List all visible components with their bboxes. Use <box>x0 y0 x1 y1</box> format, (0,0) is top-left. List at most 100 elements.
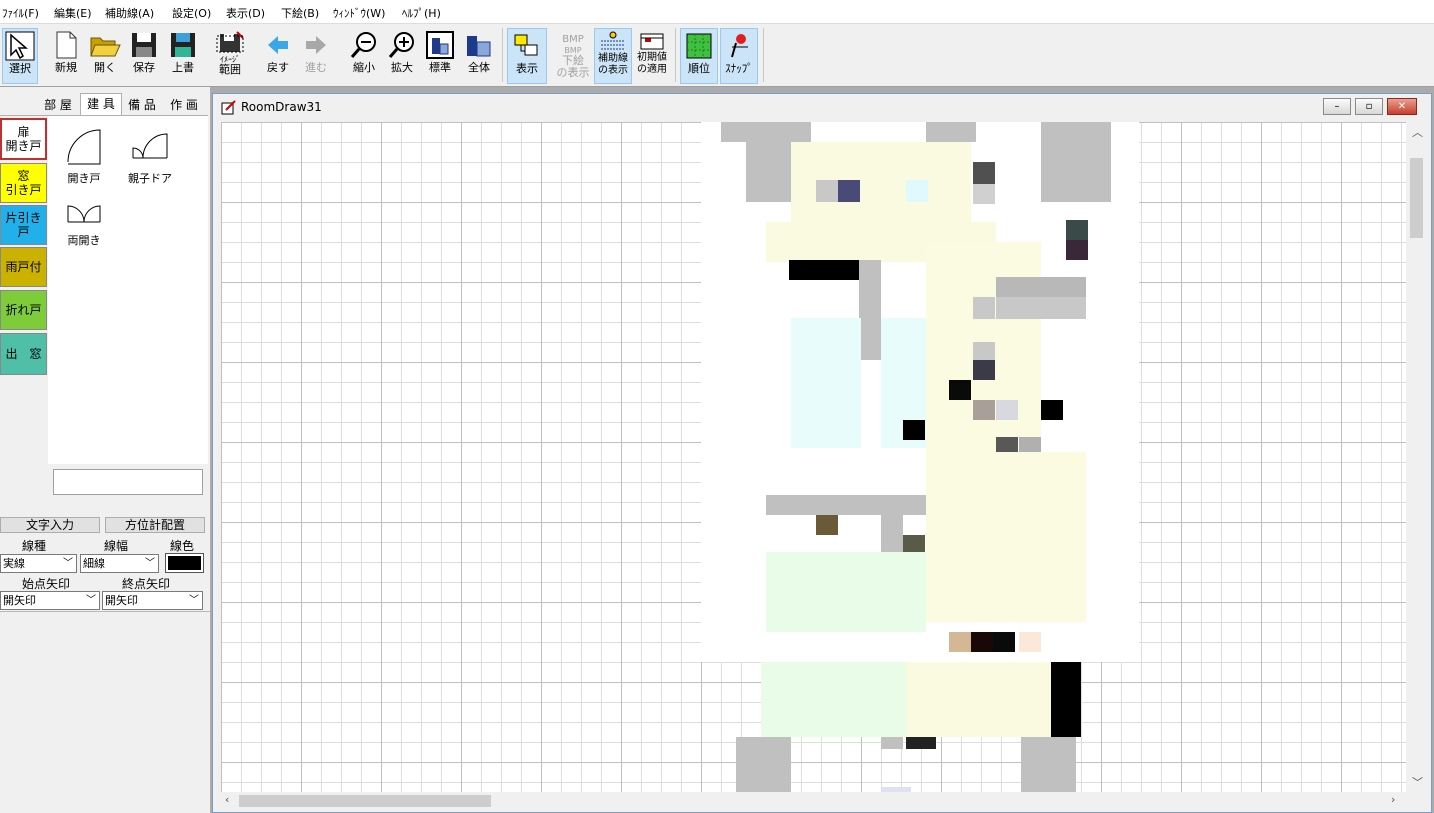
tab-drawing[interactable]: 作 画 <box>164 95 204 115</box>
tab-fittings[interactable]: 建 具 <box>80 93 122 116</box>
chevron-up-icon: ︿ <box>1412 126 1423 139</box>
horizontal-scroll-thumb[interactable] <box>239 795 491 807</box>
toolbar: 選択 新規 開く 保存 上書 ｲﾒｰｼﾞ 範囲 戻す 進む 縮小 拡大 標準 全… <box>0 24 1434 87</box>
line-type-label: 線種 <box>22 539 47 553</box>
plan-block <box>838 180 860 202</box>
plan-block <box>973 297 995 319</box>
window-titlebar[interactable]: RoomDraw31 – ▫ ✕ <box>213 94 1431 120</box>
line-width-label: 線幅 <box>104 539 129 553</box>
image-range-icon <box>216 31 244 53</box>
open-button[interactable]: 開く <box>87 28 123 84</box>
start-arrow-select[interactable]: 開矢印 ﹀ <box>0 591 100 610</box>
whole-view-button[interactable]: 全体 <box>461 28 497 84</box>
item-hinged-door[interactable]: 開き戸 <box>58 128 110 186</box>
minimize-button[interactable]: – <box>1323 98 1351 115</box>
plan-block <box>746 142 791 202</box>
fittings-items-area: 開き戸 親子ドア 両開き <box>48 116 208 464</box>
menu-view[interactable]: 表示(D) <box>226 5 265 21</box>
plan-block <box>859 260 881 360</box>
chevron-down-icon: ﹀ <box>145 558 155 569</box>
category-label: 雨戸付 <box>5 260 42 274</box>
folder-open-icon <box>90 37 121 57</box>
chevron-down-icon: ﹀ <box>63 558 73 569</box>
apply-initial-button[interactable]: 初期値 の適用 <box>633 28 671 84</box>
compass-placement-button[interactable]: 方位計配置 <box>105 517 205 533</box>
underlay-display-button[interactable]: BMP BMP 下絵 の表示 <box>553 28 593 84</box>
plan-block <box>1041 122 1111 202</box>
guide-display-button[interactable]: 補助線 の表示 <box>594 28 632 84</box>
plan-block <box>996 277 1086 299</box>
display-toggle-button[interactable]: 表示 <box>507 28 547 84</box>
menu-underlay[interactable]: 下絵(B) <box>281 5 319 21</box>
category-button-1[interactable]: 窓引き戸 <box>0 163 47 203</box>
category-label: 折れ戸 <box>5 303 42 317</box>
zoom-out-button[interactable]: 縮小 <box>346 28 382 84</box>
redo-button[interactable]: 進む <box>298 28 334 84</box>
menu-help[interactable]: ﾍﾙﾌﾟ(H) <box>402 5 441 21</box>
snap-pin-icon <box>731 34 748 58</box>
chevron-down-icon: ﹀ <box>189 595 199 606</box>
menu-file[interactable]: ﾌｧｲﾙ(F) <box>2 5 39 21</box>
menu-settings[interactable]: 設定(O) <box>172 5 211 21</box>
plan-block <box>971 632 993 652</box>
zoom-in-icon <box>388 32 414 58</box>
window-title: RoomDraw31 <box>241 100 322 114</box>
item-double-door[interactable]: 両開き <box>58 198 110 248</box>
drawing-canvas[interactable] <box>221 122 1406 792</box>
tab-room[interactable]: 部 屋 <box>40 95 76 115</box>
new-file-icon <box>56 31 77 59</box>
category-label: 窓引き戸 <box>5 169 42 197</box>
plan-block <box>949 380 971 400</box>
plan-block <box>881 515 903 555</box>
text-preview-box[interactable] <box>53 469 203 495</box>
tab-fixtures[interactable]: 備 品 <box>124 95 160 115</box>
overwrite-button[interactable]: 上書 <box>165 28 201 84</box>
category-button-3[interactable]: 雨戸付 <box>0 247 47 287</box>
hinged-door-icon <box>67 129 101 165</box>
plan-block <box>926 452 1086 622</box>
overwrite-disk-icon <box>171 33 195 57</box>
new-button[interactable]: 新規 <box>48 28 84 84</box>
standard-zoom-button[interactable]: 標準 <box>422 28 458 84</box>
plan-block <box>949 632 971 652</box>
parent-child-door-icon <box>132 133 168 159</box>
plan-block <box>761 662 906 737</box>
select-button[interactable]: 選択 <box>2 28 38 84</box>
plan-block <box>791 318 861 448</box>
order-button[interactable]: 順位 <box>680 28 718 84</box>
category-button-0[interactable]: 扉開き戸 <box>0 118 47 160</box>
image-range-button[interactable]: ｲﾒｰｼﾞ 範囲 <box>211 28 249 84</box>
snap-button[interactable]: ｽﾅｯﾌﾟ <box>720 28 758 84</box>
category-label: 片引き戸 <box>5 211 42 239</box>
category-button-2[interactable]: 片引き戸 <box>0 205 47 245</box>
line-color-label: 線色 <box>170 539 195 553</box>
line-width-select[interactable]: 細線 ﹀ <box>80 554 159 573</box>
item-parent-child-door[interactable]: 親子ドア <box>122 128 178 186</box>
plan-block <box>993 632 1015 652</box>
category-button-4[interactable]: 折れ戸 <box>0 290 47 330</box>
arrow-left-icon <box>268 36 288 54</box>
menu-window[interactable]: ｳｨﾝﾄﾞｳ(W) <box>333 5 385 21</box>
whole-view-icon <box>467 36 491 57</box>
chevron-right-icon: › <box>1391 793 1396 806</box>
line-type-select[interactable]: 実線 ﹀ <box>0 554 77 573</box>
zoom-in-button[interactable]: 拡大 <box>384 28 420 84</box>
undo-button[interactable]: 戻す <box>260 28 296 84</box>
menu-guide[interactable]: 補助線(A) <box>105 5 154 21</box>
text-input-button[interactable]: 文字入力 <box>0 517 100 533</box>
horizontal-scrollbar[interactable]: ‹ › <box>221 792 1408 809</box>
vertical-scrollbar[interactable]: ︿ ﹀ <box>1408 122 1425 792</box>
line-color-swatch[interactable] <box>165 553 204 573</box>
menu-edit[interactable]: 編集(E) <box>54 5 92 21</box>
standard-view-icon <box>426 31 454 59</box>
close-button[interactable]: ✕ <box>1387 98 1417 115</box>
end-arrow-select[interactable]: 開矢印 ﹀ <box>102 591 203 610</box>
vertical-scroll-thumb[interactable] <box>1410 158 1423 238</box>
maximize-button[interactable]: ▫ <box>1355 98 1383 115</box>
save-button[interactable]: 保存 <box>126 28 162 84</box>
category-button-5[interactable]: 出 窓 <box>0 333 47 375</box>
plan-block <box>1019 632 1041 652</box>
plan-block <box>766 495 926 515</box>
plan-block <box>973 162 995 184</box>
plan-block <box>1066 220 1088 240</box>
